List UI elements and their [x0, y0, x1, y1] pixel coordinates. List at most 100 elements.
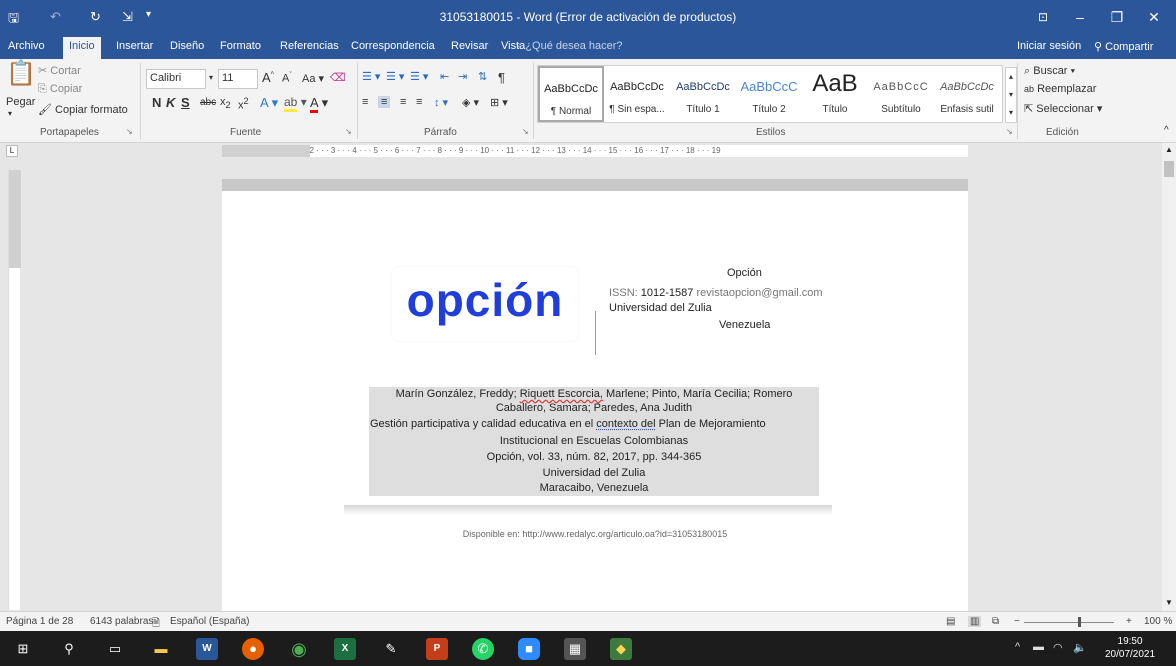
print-layout-icon[interactable]: ▥ [968, 616, 982, 627]
tab-inicio[interactable]: Inicio [63, 37, 101, 59]
increase-indent-icon[interactable]: ⇥ [458, 70, 467, 83]
style-subtitle[interactable]: AaBbCcC Subtítulo [868, 66, 934, 122]
task-view-icon[interactable]: ▭ [104, 638, 126, 660]
format-painter-button[interactable]: 🖌 Copiar formato [38, 103, 128, 116]
replace-button[interactable]: ab Reemplazar [1024, 83, 1096, 95]
paste-dropdown-icon[interactable]: ▾ [8, 109, 12, 118]
zoom-out-icon[interactable]: − [1014, 616, 1020, 627]
zoom-slider-thumb[interactable] [1078, 617, 1081, 627]
share-button[interactable]: ⚲ Compartir [1094, 40, 1153, 53]
borders-icon[interactable]: ⊞ ▾ [490, 96, 508, 109]
superscript-button[interactable]: x2 [238, 96, 249, 112]
align-center-icon[interactable]: ≡ [378, 96, 391, 108]
scroll-up-icon[interactable]: ▲ [1165, 145, 1173, 154]
font-name-box[interactable]: Calibri [146, 69, 206, 89]
web-layout-icon[interactable]: ⧉ [992, 616, 999, 627]
paste-button[interactable]: Pegar [6, 96, 35, 108]
tab-revisar[interactable]: Revisar [451, 40, 488, 52]
numbering-icon[interactable]: ☰ ▾ [386, 70, 404, 83]
underline-button[interactable]: S [181, 95, 190, 110]
app-icon[interactable]: ◆ [610, 638, 632, 660]
ribbon-display-options-icon[interactable]: ⊡ [1032, 6, 1054, 28]
tab-correspondencia[interactable]: Correspondencia [351, 40, 435, 52]
file-explorer-icon[interactable]: ▬ [150, 638, 172, 660]
grow-font-icon[interactable]: A^ [262, 70, 274, 85]
line-spacing-icon[interactable]: ↕ ▾ [434, 96, 448, 109]
whatsapp-icon[interactable]: ✆ [472, 638, 494, 660]
volume-icon[interactable]: 🔈 [1073, 641, 1087, 654]
page-count[interactable]: Página 1 de 28 [6, 616, 73, 627]
collapse-ribbon-icon[interactable]: ^ [1164, 125, 1169, 136]
style-title[interactable]: AaB Título [802, 66, 868, 122]
tab-referencias[interactable]: Referencias [280, 40, 339, 52]
word-count[interactable]: 6143 palabras [90, 616, 153, 627]
italic-button[interactable]: K [166, 95, 175, 110]
battery-icon[interactable]: ▬ [1033, 641, 1044, 653]
search-icon[interactable]: ⚲ [58, 638, 80, 660]
cut-button[interactable]: ✂ Cortar [38, 64, 81, 77]
paint-icon[interactable]: ✎ [380, 638, 402, 660]
scroll-down-icon[interactable]: ▼ [1165, 598, 1173, 607]
sort-icon[interactable]: ⇅ [478, 70, 487, 83]
bullets-icon[interactable]: ☰ ▾ [362, 70, 380, 83]
tab-insertar[interactable]: Insertar [116, 40, 153, 52]
highlight-icon[interactable]: ab ▾ [284, 95, 307, 112]
minimize-button[interactable]: – [1069, 6, 1091, 28]
wifi-icon[interactable]: ◠ [1053, 641, 1063, 654]
style-heading-2[interactable]: AaBbCcC Título 2 [736, 66, 802, 122]
tab-formato[interactable]: Formato [220, 40, 261, 52]
style-normal[interactable]: AaBbCcDc ¶ Normal [538, 66, 604, 122]
system-clock[interactable]: 19:50 20/07/2021 [1105, 635, 1155, 661]
firefox-icon[interactable]: ● [242, 638, 264, 660]
styles-scroll-icon[interactable]: ▴ ▾ ▾ [1005, 67, 1017, 123]
justify-icon[interactable]: ≡ [416, 96, 422, 108]
read-mode-icon[interactable]: ▤ [946, 616, 955, 627]
zoom-app-icon[interactable]: ■ [518, 638, 540, 660]
copy-button[interactable]: ⎘ Copiar [38, 83, 82, 96]
restore-button[interactable]: ❐ [1106, 6, 1128, 28]
change-case-icon[interactable]: Aa ▾ [302, 72, 324, 85]
document-page[interactable]: opción Opción ISSN: 1012-1587 revistaopc… [222, 179, 968, 611]
show-hidden-icons-icon[interactable]: ^ [1015, 641, 1020, 653]
font-size-box[interactable]: 11 [218, 69, 258, 89]
align-right-icon[interactable]: ≡ [400, 96, 406, 108]
strikethrough-button[interactable]: abc [200, 97, 216, 108]
chrome-icon[interactable]: ◉ [288, 638, 310, 660]
tab-diseno[interactable]: Diseño [170, 40, 204, 52]
font-color-icon[interactable]: A ▾ [310, 95, 328, 113]
excel-icon[interactable]: X [334, 638, 356, 660]
windows-start-icon[interactable]: ⊞ [12, 638, 34, 660]
select-button[interactable]: ⇱ Seleccionar ▾ [1024, 102, 1102, 115]
tab-selector[interactable]: L [6, 145, 18, 157]
clear-formatting-icon[interactable]: ⌫ [330, 71, 346, 84]
word-icon[interactable]: W [196, 638, 218, 660]
paragraph-launcher-icon[interactable]: ↘ [522, 127, 529, 136]
horizontal-ruler[interactable]: · 2 · · · 1 · · · · · · 1 · · · 2 · · · … [0, 143, 1176, 159]
vertical-scrollbar[interactable]: ▲ ▼ [1162, 143, 1176, 611]
tell-me-box[interactable]: ♀ ¿Qué desea hacer? [514, 40, 623, 52]
calculator-icon[interactable]: ▦ [564, 638, 586, 660]
multilevel-list-icon[interactable]: ☰ ▾ [410, 70, 428, 83]
vertical-ruler[interactable] [8, 170, 21, 610]
clipboard-launcher-icon[interactable]: ↘ [126, 127, 133, 136]
style-no-spacing[interactable]: AaBbCcDc ¶ Sin espa... [604, 66, 670, 122]
availability-link[interactable]: Disponible en: http://www.redalyc.org/ar… [222, 529, 968, 539]
bold-button[interactable]: N [152, 95, 161, 110]
decrease-indent-icon[interactable]: ⇤ [440, 70, 449, 83]
style-heading-1[interactable]: AaBbCcDc Título 1 [670, 66, 736, 122]
find-button[interactable]: ⌕ Buscar ▾ [1024, 65, 1075, 78]
style-subtle-emphasis[interactable]: AaBbCcDc Énfasis sutil [934, 66, 1000, 122]
tab-archivo[interactable]: Archivo [8, 40, 45, 52]
close-button[interactable]: ✕ [1143, 6, 1165, 28]
font-launcher-icon[interactable]: ↘ [345, 127, 352, 136]
powerpoint-icon[interactable]: P [426, 638, 448, 660]
font-name-dropdown-icon[interactable]: ▾ [209, 73, 213, 82]
shading-icon[interactable]: ◈ ▾ [462, 96, 479, 109]
show-formatting-icon[interactable]: ¶ [498, 70, 505, 85]
align-left-icon[interactable]: ≡ [362, 96, 368, 108]
scrollbar-thumb[interactable] [1164, 161, 1174, 177]
signin-link[interactable]: Iniciar sesión [1017, 40, 1081, 52]
subscript-button[interactable]: x2 [220, 96, 231, 110]
language-status[interactable]: Español (España) [170, 616, 250, 627]
styles-launcher-icon[interactable]: ↘ [1006, 127, 1013, 136]
